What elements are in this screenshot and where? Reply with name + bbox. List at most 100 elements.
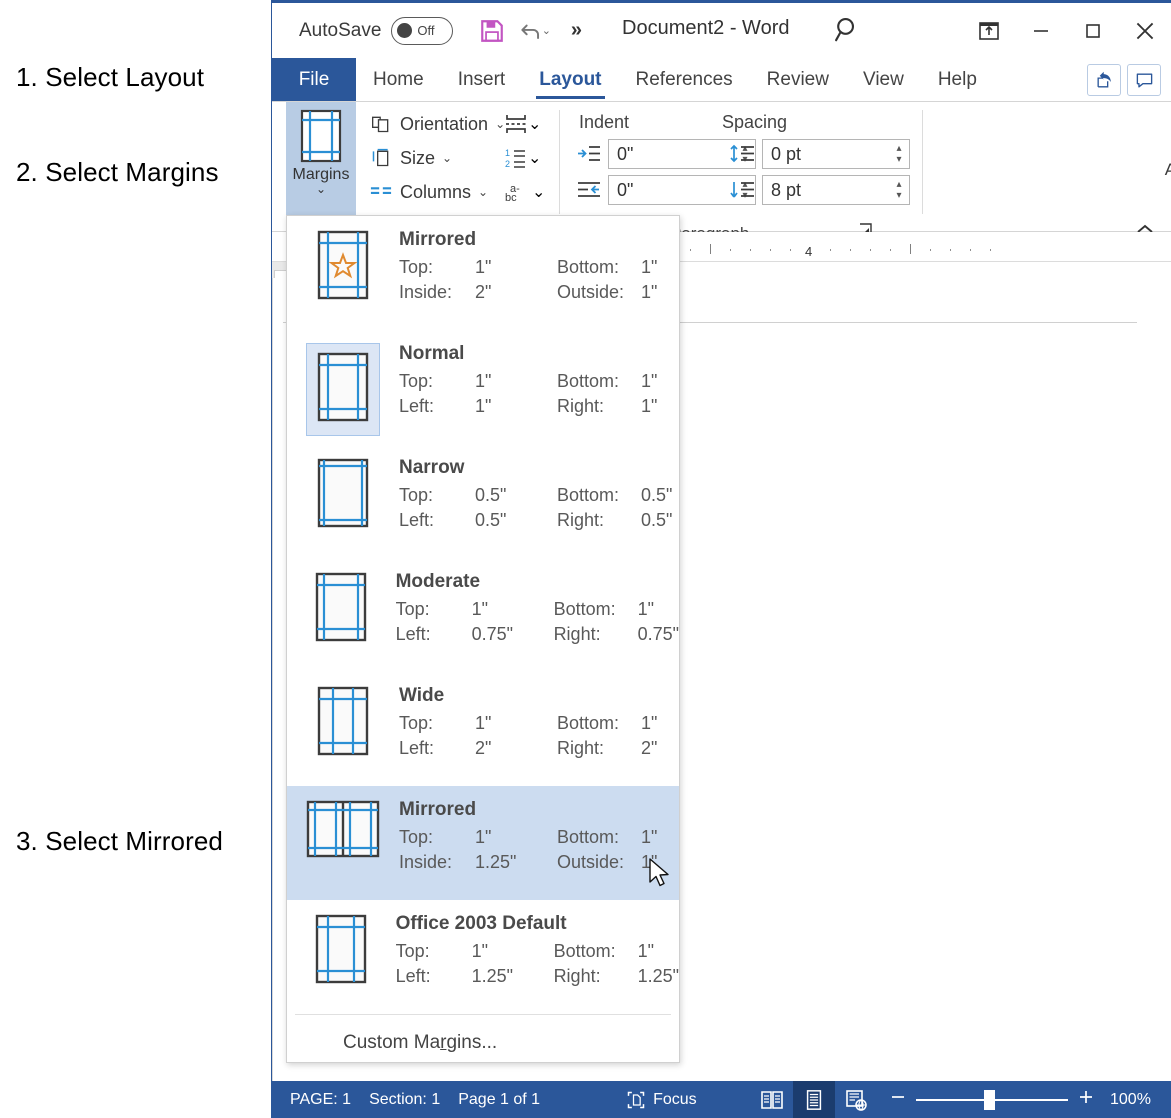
thumbnail-selected-frame: [306, 343, 380, 436]
autosave-toggle[interactable]: Off: [391, 17, 453, 45]
orientation-label: Orientation: [400, 114, 488, 135]
web-layout-button[interactable]: [835, 1081, 877, 1118]
share-button[interactable]: [1087, 64, 1121, 96]
focus-mode-icon: [626, 1090, 646, 1110]
columns-button[interactable]: Columns ⌄: [368, 176, 488, 208]
spacing-before-field[interactable]: 0 pt ▴▾: [762, 139, 910, 169]
menu-item-moderate[interactable]: Moderate Top: 1" Bottom: 1" Left: 0.75" …: [287, 558, 679, 672]
indent-left-icon: [577, 144, 601, 169]
indent-right-value: 0": [609, 180, 735, 201]
label-outside: Outside:: [557, 852, 641, 873]
chevron-down-icon[interactable]: ⌄: [316, 184, 326, 194]
undo-arrow-icon: [518, 18, 544, 44]
menu-item-mirrored[interactable]: Mirrored Top: 1" Bottom: 1" Inside: 1.25…: [287, 786, 679, 900]
zoom-slider-thumb[interactable]: [984, 1090, 995, 1110]
spacing-before-stepper[interactable]: ▴▾: [889, 140, 909, 168]
status-page-number[interactable]: PAGE: 1: [290, 1091, 351, 1109]
columns-icon: [368, 184, 394, 200]
save-button[interactable]: [473, 12, 511, 50]
margins-button[interactable]: Margins ⌄: [286, 102, 356, 215]
label-top: Top:: [399, 371, 475, 392]
menu-item-narrow[interactable]: Narrow Top: 0.5" Bottom: 0.5" Left: 0.5"…: [287, 444, 679, 558]
label-inside: Inside:: [399, 852, 475, 873]
minus-icon: [889, 1088, 907, 1106]
value-right: 0.75": [638, 624, 679, 645]
chevron-down-icon[interactable]: ⌄: [528, 148, 541, 168]
chevron-down-icon[interactable]: ⌄: [532, 182, 545, 202]
value-top: 1": [475, 713, 557, 734]
thumbnail-wrap: [287, 453, 399, 529]
tab-view[interactable]: View: [846, 58, 921, 101]
menu-item-office-2003-default[interactable]: Office 2003 Default Top: 1" Bottom: 1" L…: [287, 900, 679, 1014]
tab-help[interactable]: Help: [921, 58, 994, 101]
thumbnail-wrap: [287, 339, 399, 436]
tab-layout[interactable]: Layout: [522, 58, 618, 101]
menu-item-values: Top: 1" Bottom: 1" Left: 2" Right: 2": [399, 711, 679, 761]
zoom-out-button[interactable]: [889, 1088, 907, 1111]
chevron-down-icon[interactable]: ⌄: [478, 185, 488, 199]
menu-item-normal[interactable]: Normal Top: 1" Bottom: 1" Left: 1" Right…: [287, 330, 679, 444]
menu-item-title: Mirrored: [399, 229, 679, 251]
label-right: Right:: [557, 738, 641, 759]
menu-item-text: Office 2003 Default Top: 1" Bottom: 1" L…: [396, 909, 679, 989]
zoom-slider-track[interactable]: [916, 1099, 1068, 1101]
spacing-after-field[interactable]: 8 pt ▴▾: [762, 175, 910, 205]
indent-right-icon: [577, 180, 601, 205]
value-right: 2": [641, 738, 657, 759]
label-top: Top:: [399, 713, 475, 734]
comments-button[interactable]: [1127, 64, 1161, 96]
label-bottom: Bottom:: [557, 257, 641, 278]
svg-text:2: 2: [505, 159, 510, 169]
svg-text:1: 1: [505, 148, 510, 158]
menu-item-text: Moderate Top: 1" Bottom: 1" Left: 0.75" …: [396, 567, 679, 647]
status-section[interactable]: Section: 1: [369, 1091, 440, 1109]
close-button[interactable]: [1119, 3, 1171, 58]
menu-item-title: Normal: [399, 343, 679, 365]
menu-item-custom-margins[interactable]: Custom Margins...: [287, 1015, 679, 1071]
arrange-button[interactable]: Arrange ⌄: [1152, 106, 1171, 212]
menu-item-wide[interactable]: Wide Top: 1" Bottom: 1" Left: 2" Right: …: [287, 672, 679, 786]
undo-dropdown-chevron[interactable]: ⌄: [542, 24, 551, 37]
chevron-double-right-icon: »: [571, 19, 582, 42]
spacing-after-stepper[interactable]: ▴▾: [889, 176, 909, 204]
label-bottom: Bottom:: [557, 485, 641, 506]
wide-page-thumb: [314, 685, 372, 757]
spacing-before-value: 0 pt: [763, 144, 889, 165]
size-button[interactable]: Size ⌄: [368, 142, 452, 174]
menu-item-title: Mirrored: [399, 799, 679, 821]
tab-file[interactable]: File: [272, 58, 356, 101]
tab-review[interactable]: Review: [750, 58, 846, 101]
zoom-control[interactable]: 100%: [889, 1088, 1158, 1111]
line-numbers-button[interactable]: 1 2 ⌄: [504, 142, 541, 174]
tab-references[interactable]: References: [619, 58, 750, 101]
window-controls: [963, 3, 1171, 58]
status-page-of[interactable]: Page 1 of 1: [458, 1091, 540, 1109]
undo-button[interactable]: ⌄: [515, 12, 553, 50]
focus-mode-button[interactable]: Focus: [626, 1090, 697, 1110]
orientation-button[interactable]: Orientation ⌄: [368, 108, 505, 140]
zoom-in-button[interactable]: [1077, 1088, 1095, 1111]
margins-dropdown-menu[interactable]: Mirrored Top: 1" Bottom: 1" Inside: 2" O…: [286, 215, 680, 1063]
search-button[interactable]: [830, 13, 864, 52]
read-mode-button[interactable]: [751, 1081, 793, 1118]
minimize-button[interactable]: [1015, 3, 1067, 58]
print-layout-button[interactable]: [793, 1081, 835, 1118]
menu-item-text: Mirrored Top: 1" Bottom: 1" Inside: 1.25…: [399, 795, 679, 875]
ribbon-display-options-button[interactable]: [963, 3, 1015, 58]
hyphenation-button[interactable]: a- bc ⌄: [504, 176, 545, 208]
menu-item-title: Narrow: [399, 457, 679, 479]
breaks-button[interactable]: ⌄: [504, 108, 541, 140]
group-divider: [922, 110, 923, 214]
chevron-down-icon[interactable]: ⌄: [528, 114, 541, 134]
ribbon-tab-strip: File Home Insert Layout References Revie…: [272, 58, 1171, 102]
zoom-percent-label[interactable]: 100%: [1110, 1091, 1158, 1109]
thumbnail-wrap: [287, 567, 396, 643]
menu-item-title: Moderate: [396, 571, 679, 593]
ribbon-display-options-icon: [977, 19, 1001, 43]
menu-item-mirrored-custom[interactable]: Mirrored Top: 1" Bottom: 1" Inside: 2" O…: [287, 216, 679, 330]
maximize-button[interactable]: [1067, 3, 1119, 58]
tab-insert[interactable]: Insert: [441, 58, 523, 101]
chevron-down-icon[interactable]: ⌄: [442, 151, 452, 165]
qat-more-button[interactable]: »: [557, 12, 595, 50]
tab-home[interactable]: Home: [356, 58, 441, 101]
